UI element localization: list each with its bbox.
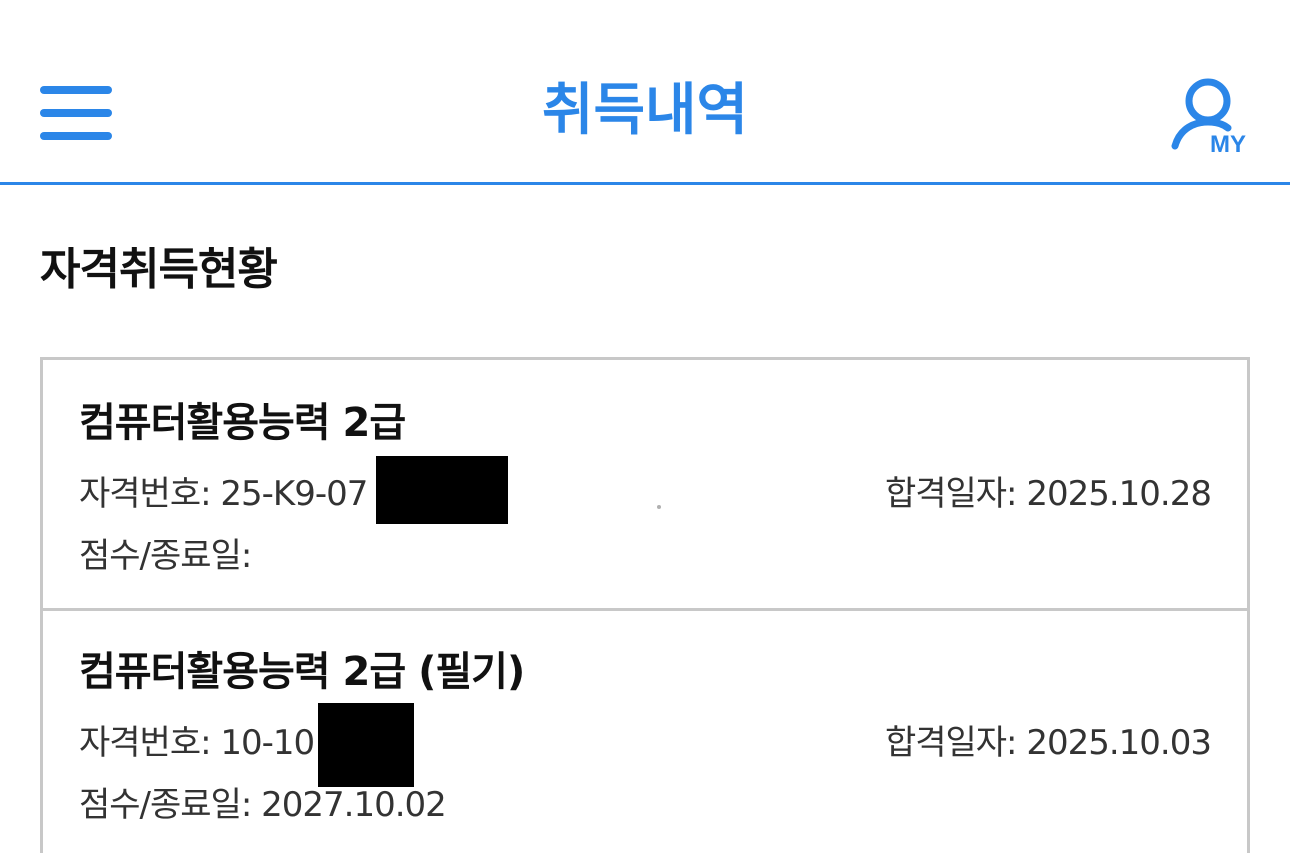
score-end-date-value: 2027.10.02 — [261, 785, 447, 825]
pass-date-value: 2025.10.28 — [1026, 474, 1212, 514]
certificate-number: 자격번호: 25-K9-07 — [79, 472, 368, 516]
my-label: MY — [1210, 131, 1246, 158]
certificate-name: 컴퓨터활용능력 2급 — [79, 400, 406, 446]
pass-date-value: 2025.10.03 — [1026, 723, 1212, 763]
score-end-date: 점수/종료일: — [79, 534, 252, 578]
certificate-number-label: 자격번호: — [79, 474, 212, 514]
redaction-block — [376, 456, 508, 524]
certificate-number-value: 25-K9-07 — [220, 474, 368, 514]
score-end-date-label: 점수/종료일: — [79, 536, 252, 576]
page: 취득내역 MY 자격취득현황 컴퓨터활용능력 2급 자격번호: 25-K9-07… — [0, 0, 1290, 853]
certificate-card[interactable]: 컴퓨터활용능력 2급 (필기) 자격번호: 10-10 합격일자: 2025.1… — [43, 611, 1247, 853]
artifact-dot — [657, 505, 661, 509]
my-page-button[interactable]: MY — [1170, 78, 1260, 158]
pass-date-label: 합격일자: — [884, 474, 1018, 514]
score-end-date-label: 점수/종료일: — [79, 785, 252, 825]
section-title: 자격취득현황 — [40, 244, 278, 295]
score-end-date: 점수/종료일: 2027.10.02 — [79, 783, 447, 827]
certificate-name: 컴퓨터활용능력 2급 (필기) — [79, 649, 525, 695]
certificate-list: 컴퓨터활용능력 2급 자격번호: 25-K9-07 합격일자: 2025.10.… — [40, 357, 1250, 853]
pass-date-label: 합격일자: — [884, 723, 1018, 763]
certificate-card[interactable]: 컴퓨터활용능력 2급 자격번호: 25-K9-07 합격일자: 2025.10.… — [43, 360, 1247, 608]
app-header: 취득내역 MY — [0, 0, 1290, 185]
redaction-block — [318, 703, 414, 787]
pass-date: 합격일자: 2025.10.28 — [884, 472, 1212, 516]
page-title: 취득내역 — [541, 78, 749, 143]
pass-date: 합격일자: 2025.10.03 — [884, 721, 1212, 765]
certificate-number-label: 자격번호: — [79, 723, 212, 763]
certificate-number: 자격번호: 10-10 — [79, 721, 315, 765]
certificate-number-value: 10-10 — [220, 723, 315, 763]
user-icon: MY — [1171, 78, 1246, 158]
